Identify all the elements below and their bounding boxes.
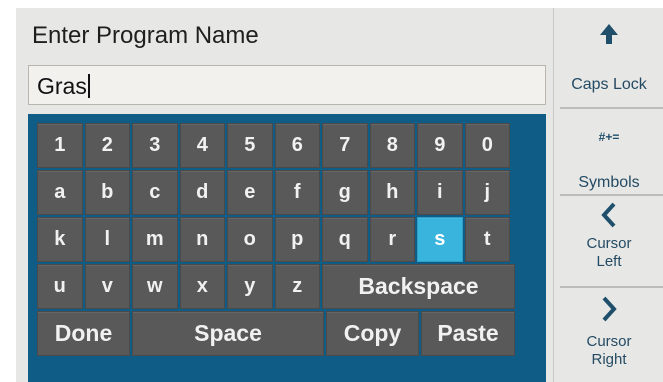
key-w[interactable]: w: [132, 264, 178, 309]
key-z[interactable]: z: [274, 264, 320, 309]
key-j[interactable]: j: [464, 170, 510, 215]
key-s-selected[interactable]: s: [417, 217, 463, 262]
program-name-input[interactable]: Gras: [28, 65, 546, 105]
keyboard-row-a-j: a b c d e f g h i j: [37, 170, 537, 215]
key-l[interactable]: l: [84, 217, 130, 262]
key-d[interactable]: d: [179, 170, 225, 215]
key-m[interactable]: m: [132, 217, 178, 262]
keyboard-row-u-z: u v w x y z Backspace: [37, 264, 537, 309]
copy-key[interactable]: Copy: [326, 311, 419, 356]
side-button-panel: Caps Lock #+= Symbols Cursor Left Cursor…: [553, 8, 663, 382]
key-q[interactable]: q: [322, 217, 368, 262]
side-divider: [560, 107, 663, 109]
key-y[interactable]: y: [227, 264, 273, 309]
key-e[interactable]: e: [227, 170, 273, 215]
key-a[interactable]: a: [37, 170, 83, 215]
arrow-up-icon: [600, 24, 618, 44]
keyboard-row-k-t: k l m n o p q r s t: [37, 217, 537, 262]
program-name-value: Gras: [37, 73, 87, 99]
key-v[interactable]: v: [84, 264, 130, 309]
cursor-left-button[interactable]: Cursor Left: [554, 201, 663, 271]
chevron-left-icon: [601, 202, 616, 228]
key-f[interactable]: f: [274, 170, 320, 215]
main-panel: Enter Program Name Gras 1 2 3 4 5 6 7 8 …: [16, 8, 550, 382]
key-7[interactable]: 7: [322, 123, 368, 168]
key-1[interactable]: 1: [37, 123, 83, 168]
key-b[interactable]: b: [84, 170, 130, 215]
text-cursor: [87, 74, 90, 98]
caps-lock-label: Caps Lock: [571, 76, 647, 93]
cursor-right-button[interactable]: Cursor Right: [554, 295, 663, 369]
page-title: Enter Program Name: [32, 22, 259, 49]
cursor-right-label-1: Cursor: [586, 333, 632, 350]
key-4[interactable]: 4: [179, 123, 225, 168]
cursor-left-label-1: Cursor: [586, 235, 632, 252]
chevron-right-icon: [602, 296, 617, 322]
symbols-label: Symbols: [578, 174, 640, 191]
key-8[interactable]: 8: [369, 123, 415, 168]
program-name-screen: Enter Program Name Gras 1 2 3 4 5 6 7 8 …: [16, 8, 663, 382]
key-2[interactable]: 2: [84, 123, 130, 168]
space-key[interactable]: Space: [132, 311, 324, 356]
symbols-glyph: #+=: [598, 130, 620, 144]
keyboard-row-numbers: 1 2 3 4 5 6 7 8 9 0: [37, 123, 537, 168]
on-screen-keyboard: 1 2 3 4 5 6 7 8 9 0 a b c d e f g h i j …: [28, 114, 546, 382]
symbols-button[interactable]: #+= Symbols: [554, 128, 663, 192]
key-i[interactable]: i: [417, 170, 463, 215]
key-h[interactable]: h: [369, 170, 415, 215]
caps-lock-button[interactable]: Caps Lock: [554, 22, 663, 94]
key-u[interactable]: u: [37, 264, 83, 309]
key-k[interactable]: k: [37, 217, 83, 262]
key-t[interactable]: t: [464, 217, 510, 262]
key-6[interactable]: 6: [274, 123, 320, 168]
key-c[interactable]: c: [132, 170, 178, 215]
key-n[interactable]: n: [179, 217, 225, 262]
key-5[interactable]: 5: [227, 123, 273, 168]
key-p[interactable]: p: [274, 217, 320, 262]
key-9[interactable]: 9: [417, 123, 463, 168]
keyboard-row-actions: Done Space Copy Paste: [37, 311, 537, 356]
cursor-left-label-2: Left: [596, 253, 622, 270]
done-key[interactable]: Done: [37, 311, 130, 356]
key-r[interactable]: r: [369, 217, 415, 262]
side-divider: [560, 194, 663, 196]
key-3[interactable]: 3: [132, 123, 178, 168]
key-o[interactable]: o: [227, 217, 273, 262]
cursor-right-label-2: Right: [591, 351, 627, 368]
key-0[interactable]: 0: [464, 123, 510, 168]
side-divider: [560, 286, 663, 288]
paste-key[interactable]: Paste: [421, 311, 515, 356]
backspace-key[interactable]: Backspace: [322, 264, 515, 309]
key-g[interactable]: g: [322, 170, 368, 215]
key-x[interactable]: x: [179, 264, 225, 309]
